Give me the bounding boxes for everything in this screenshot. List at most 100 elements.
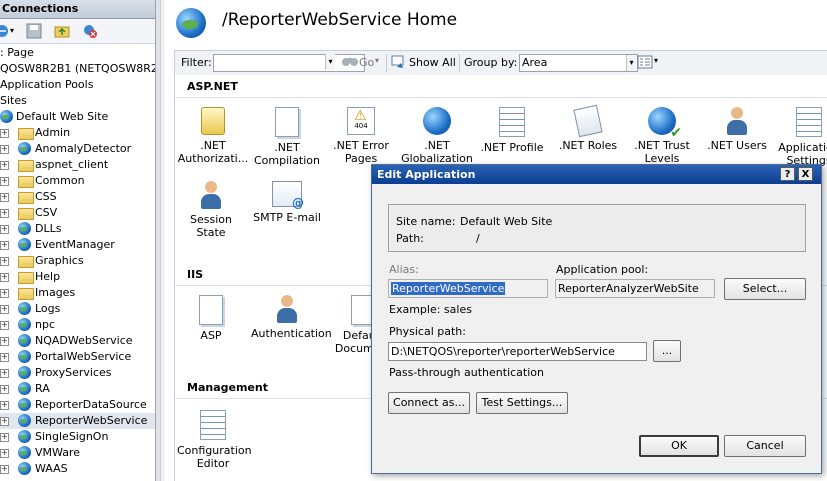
tree-folder[interactable]: + Admin	[0, 125, 155, 141]
feature-asp[interactable]: ASP	[175, 295, 247, 342]
tree-folder[interactable]: + Images	[0, 285, 155, 301]
tree-folder[interactable]: + npc	[0, 317, 155, 333]
users-icon	[725, 107, 749, 135]
path-label: Path:	[396, 232, 424, 245]
folder-icon	[18, 272, 34, 284]
tree-folder-label: Help	[35, 270, 61, 283]
expand-icon[interactable]: +	[0, 241, 9, 250]
physical-path-input[interactable]: D:\NETQOS\reporter\reporterWebService	[388, 342, 647, 361]
expand-icon[interactable]: +	[0, 257, 9, 266]
expand-icon[interactable]: +	[0, 353, 9, 362]
show-all-button[interactable]: Show All	[409, 56, 456, 69]
feature-net-users[interactable]: .NET Users	[701, 107, 773, 152]
tree-folder[interactable]: + DLLs	[0, 221, 155, 237]
tree-folder[interactable]: + ReporterWebService	[0, 413, 155, 429]
expand-icon[interactable]: +	[0, 289, 9, 298]
tree-folder[interactable]: + ProxyServices	[0, 365, 155, 381]
save-icon[interactable]	[26, 23, 42, 39]
tree-folder[interactable]: + Help	[0, 269, 155, 285]
expand-icon[interactable]: +	[0, 161, 9, 170]
feature-net-trust-levels[interactable]: .NET Trust Levels	[626, 107, 698, 165]
expand-icon[interactable]: +	[0, 225, 9, 234]
dialog-titlebar[interactable]: Edit Application	[372, 165, 821, 184]
expand-icon[interactable]: +	[0, 177, 9, 186]
tree-folder[interactable]: + NQADWebService	[0, 333, 155, 349]
select-button[interactable]: Select...	[724, 278, 806, 300]
alias-field[interactable]: ReporterWebService	[388, 279, 548, 298]
expand-icon[interactable]: +	[0, 145, 9, 154]
go-dropdown-icon[interactable]: ▾	[375, 56, 379, 65]
tree-folder[interactable]: + aspnet_client	[0, 157, 155, 173]
expand-icon[interactable]: +	[0, 321, 9, 330]
expand-icon[interactable]: +	[0, 385, 9, 394]
binoculars-icon	[341, 54, 359, 71]
view-dropdown-icon[interactable]: ▾	[654, 56, 658, 65]
close-button[interactable]: X	[798, 167, 813, 181]
expand-icon[interactable]: +	[0, 273, 9, 282]
feature-session-state[interactable]: Session State	[175, 181, 247, 239]
application-settings-icon	[796, 107, 822, 137]
folder-icon	[18, 288, 34, 300]
view-icon[interactable]	[637, 55, 653, 72]
expand-icon[interactable]: +	[0, 369, 9, 378]
feature-net-roles[interactable]: .NET Roles	[552, 104, 624, 152]
site-info-box: Site name: Default Web Site Path: /	[388, 204, 806, 252]
cancel-button[interactable]: Cancel	[724, 435, 806, 457]
tree-folder[interactable]: + CSS	[0, 189, 155, 205]
up-folder-icon[interactable]	[54, 23, 70, 39]
connect-as-button[interactable]: Connect as...	[388, 392, 470, 414]
tree-folder[interactable]: + PortalWebService	[0, 349, 155, 365]
tree-folder-label: ReporterWebService	[35, 414, 148, 427]
alias-label: Alias:	[389, 263, 419, 276]
tree-folder[interactable]: + Logs	[0, 301, 155, 317]
expand-icon[interactable]: +	[0, 193, 9, 202]
tree-folder[interactable]: + ReporterDataSource	[0, 397, 155, 413]
help-button[interactable]: ?	[780, 167, 795, 181]
feature-net-globalization[interactable]: .NET Globalization	[401, 107, 473, 165]
group-header-management: Management	[187, 381, 268, 394]
tree-folder[interactable]: + AnomalyDetector	[0, 141, 155, 157]
expand-icon[interactable]: +	[0, 129, 9, 138]
tree-folder-label: Common	[35, 174, 85, 187]
expand-icon[interactable]: +	[0, 209, 9, 218]
tree-folder-label: CSS	[35, 190, 57, 203]
folder-icon	[18, 208, 34, 220]
tree-folder-label: AnomalyDetector	[35, 142, 132, 155]
tree-folder[interactable]: + SingleSignOn	[0, 429, 155, 445]
test-settings-button[interactable]: Test Settings...	[476, 392, 568, 414]
disconnect-icon[interactable]	[82, 23, 98, 39]
expand-icon[interactable]: +	[0, 433, 9, 442]
browse-button[interactable]: ...	[653, 340, 681, 362]
go-button[interactable]: Go	[359, 56, 374, 69]
filter-dropdown-icon[interactable]: ▾	[325, 54, 335, 70]
tree-folder[interactable]: + Graphics	[0, 253, 155, 269]
feature-configuration-editor[interactable]: Configuration Editor	[177, 410, 252, 470]
tree-folder[interactable]: + CSV	[0, 205, 155, 221]
ok-button[interactable]: OK	[639, 435, 719, 457]
feature-net-compilation[interactable]: .NET Compilation	[251, 107, 323, 167]
expand-icon[interactable]: +	[0, 305, 9, 314]
groupby-select[interactable]: Area	[519, 54, 638, 72]
tree-folder[interactable]: + RA	[0, 381, 155, 397]
groupby-dropdown-icon[interactable]: ▾	[626, 55, 636, 71]
expand-icon[interactable]: +	[0, 337, 9, 346]
feature-smtp-email[interactable]: SMTP E-mail	[251, 181, 323, 224]
expand-icon[interactable]: +	[0, 401, 9, 410]
expand-icon[interactable]: +	[0, 449, 9, 458]
folder-icon	[18, 128, 34, 140]
feature-application-settings[interactable]: Application Settings	[773, 107, 827, 167]
tree-folder[interactable]: + EventManager	[0, 237, 155, 253]
feature-authentication[interactable]: Authentication	[251, 295, 332, 340]
connect-icon[interactable]	[0, 23, 10, 39]
tree-folder[interactable]: + WAAS	[0, 461, 155, 477]
feature-net-profile[interactable]: .NET Profile	[476, 107, 548, 154]
feature-net-authorization[interactable]: .NET Authorizati...	[177, 107, 249, 165]
chevron-down-icon[interactable]: ▾	[10, 23, 18, 39]
expand-icon[interactable]: +	[0, 465, 9, 474]
feature-net-error-pages[interactable]: 404 .NET Error Pages	[325, 98, 397, 165]
connections-header: Connections	[0, 0, 155, 19]
compilation-icon	[275, 107, 299, 137]
tree-folder[interactable]: + VMWare	[0, 445, 155, 461]
expand-icon[interactable]: +	[0, 417, 9, 426]
tree-folder[interactable]: + Common	[0, 173, 155, 189]
